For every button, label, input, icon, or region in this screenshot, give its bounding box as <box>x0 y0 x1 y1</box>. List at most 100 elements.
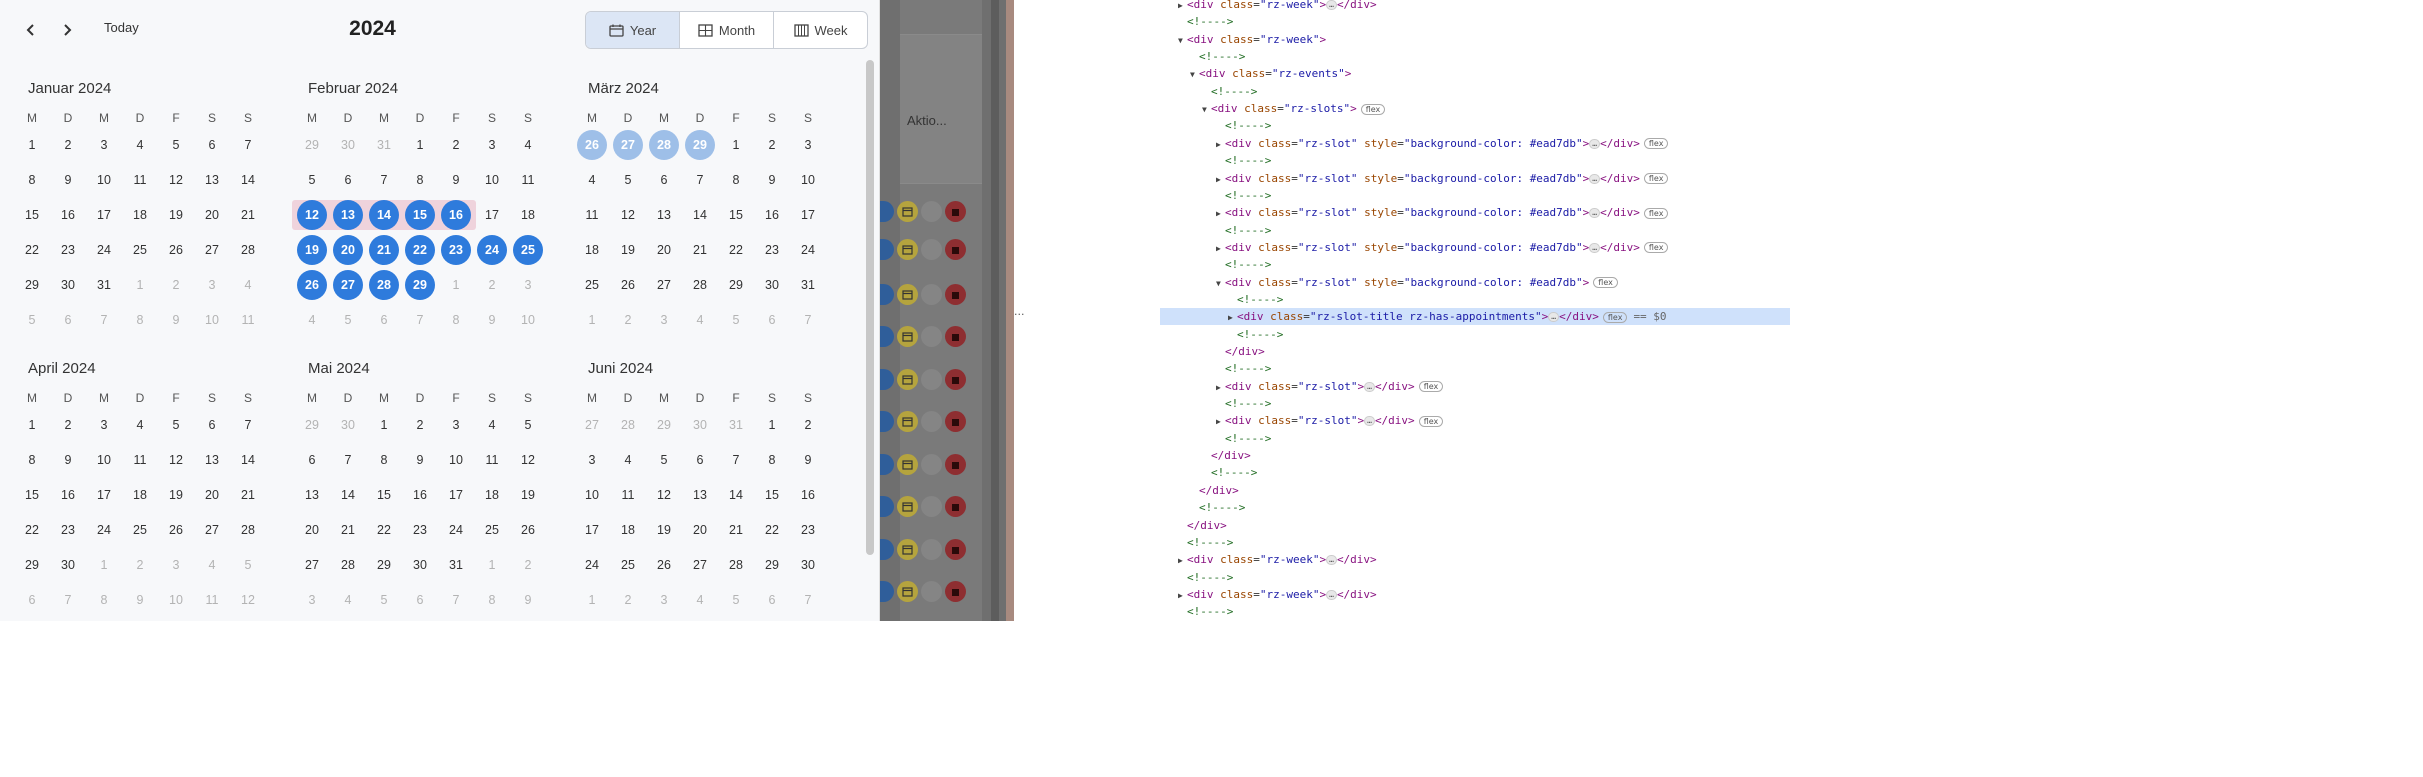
day-cell[interactable]: 4 <box>333 585 363 615</box>
day-cell[interactable]: 8 <box>405 165 435 195</box>
day-cell[interactable]: 4 <box>233 270 263 300</box>
day-cell[interactable]: 1 <box>125 270 155 300</box>
dom-tree-line[interactable]: </div> <box>1178 517 1227 534</box>
day-cell[interactable]: 21 <box>233 200 263 230</box>
day-cell[interactable]: 11 <box>577 200 607 230</box>
day-cell[interactable]: 9 <box>793 445 823 475</box>
day-cell[interactable]: 1 <box>577 585 607 615</box>
status-icon[interactable] <box>880 238 894 260</box>
expand-arrow-icon[interactable]: ▶ <box>1228 309 1237 326</box>
calendar-icon[interactable] <box>897 325 918 347</box>
ellipsis-icon[interactable]: … <box>1326 0 1337 10</box>
day-cell[interactable]: 29 <box>685 130 715 160</box>
week-view-button[interactable]: Week <box>774 12 867 48</box>
day-cell[interactable]: 7 <box>333 445 363 475</box>
dom-tree-line[interactable]: <!----> <box>1178 569 1233 586</box>
day-cell[interactable]: 8 <box>441 305 471 335</box>
day-cell[interactable]: 18 <box>577 235 607 265</box>
expand-arrow-icon[interactable]: ▶ <box>1216 136 1225 153</box>
day-cell[interactable]: 30 <box>405 550 435 580</box>
delete-icon[interactable] <box>945 495 966 517</box>
day-cell[interactable]: 4 <box>125 410 155 440</box>
flex-badge[interactable]: flex <box>1418 381 1444 393</box>
day-cell[interactable]: 24 <box>577 550 607 580</box>
flex-badge[interactable]: flex <box>1643 173 1669 184</box>
day-cell[interactable]: 4 <box>513 130 543 160</box>
day-cell[interactable]: 18 <box>125 480 155 510</box>
day-cell[interactable]: 5 <box>369 585 399 615</box>
ellipsis-icon[interactable]: … <box>1364 416 1375 427</box>
dom-tree-line[interactable]: <!----> <box>1178 13 1233 30</box>
day-cell[interactable]: 4 <box>577 165 607 195</box>
day-cell[interactable]: 6 <box>197 410 227 440</box>
day-cell[interactable]: 5 <box>721 585 751 615</box>
day-cell[interactable]: 11 <box>477 445 507 475</box>
flex-badge[interactable]: flex <box>1643 242 1669 254</box>
day-cell[interactable]: 3 <box>89 130 119 160</box>
day-cell[interactable]: 2 <box>513 550 543 580</box>
delete-icon[interactable] <box>945 580 966 602</box>
day-cell[interactable]: 29 <box>369 550 399 580</box>
day-cell[interactable]: 3 <box>297 585 327 615</box>
day-cell[interactable]: 13 <box>197 445 227 475</box>
day-cell[interactable]: 3 <box>649 585 679 615</box>
day-cell[interactable]: 31 <box>441 550 471 580</box>
day-cell[interactable]: 2 <box>53 410 83 440</box>
day-cell[interactable]: 3 <box>89 410 119 440</box>
delete-icon[interactable] <box>945 538 966 560</box>
day-cell[interactable]: 5 <box>721 305 751 335</box>
day-cell[interactable]: 19 <box>613 235 643 265</box>
day-cell[interactable]: 25 <box>125 515 155 545</box>
day-cell[interactable]: 8 <box>369 445 399 475</box>
day-cell[interactable]: 4 <box>197 550 227 580</box>
info-icon[interactable] <box>921 238 942 260</box>
dom-tree-line[interactable]: </div> <box>1216 343 1265 360</box>
dom-tree-line[interactable]: <!----> <box>1228 291 1283 308</box>
delete-icon[interactable] <box>945 453 966 475</box>
day-cell[interactable]: 31 <box>793 270 823 300</box>
day-cell[interactable]: 12 <box>613 200 643 230</box>
delete-icon[interactable] <box>945 410 966 432</box>
delete-icon[interactable] <box>945 283 966 305</box>
dom-tree-line[interactable]: ▼ <div class="rz-slot" style="background-… <box>1216 274 1618 291</box>
day-cell[interactable]: 5 <box>297 165 327 195</box>
previous-button[interactable] <box>17 16 45 44</box>
day-cell[interactable]: 16 <box>757 200 787 230</box>
day-cell[interactable]: 9 <box>125 585 155 615</box>
day-cell[interactable]: 13 <box>333 200 363 230</box>
day-cell[interactable]: 22 <box>17 235 47 265</box>
day-cell[interactable]: 7 <box>793 305 823 335</box>
expand-arrow-icon[interactable]: ▶ <box>1178 0 1187 14</box>
day-cell[interactable]: 26 <box>513 515 543 545</box>
ellipsis-icon[interactable]: … <box>1589 173 1601 184</box>
day-cell[interactable]: 27 <box>197 515 227 545</box>
day-cell[interactable]: 15 <box>17 480 47 510</box>
day-cell[interactable]: 15 <box>17 200 47 230</box>
day-cell[interactable]: 6 <box>405 585 435 615</box>
day-cell[interactable]: 6 <box>369 305 399 335</box>
collapse-arrow-icon[interactable]: ▼ <box>1190 66 1199 83</box>
day-cell[interactable]: 11 <box>197 585 227 615</box>
dom-tree-line[interactable]: <!----> <box>1216 395 1271 412</box>
dom-tree-line[interactable]: <!----> <box>1202 464 1257 481</box>
day-cell[interactable]: 9 <box>441 165 471 195</box>
status-icon[interactable] <box>880 200 894 222</box>
day-cell[interactable]: 15 <box>721 200 751 230</box>
day-cell[interactable]: 17 <box>577 515 607 545</box>
status-icon[interactable] <box>880 283 894 305</box>
expand-arrow-icon[interactable]: ▶ <box>1216 171 1225 188</box>
today-button[interactable]: Today <box>104 20 139 35</box>
day-cell[interactable]: 24 <box>89 515 119 545</box>
day-cell[interactable]: 20 <box>685 515 715 545</box>
day-cell[interactable]: 2 <box>793 410 823 440</box>
day-cell[interactable]: 6 <box>649 165 679 195</box>
day-cell[interactable]: 20 <box>197 200 227 230</box>
day-cell[interactable]: 4 <box>477 410 507 440</box>
info-icon[interactable] <box>921 410 942 432</box>
day-cell[interactable]: 17 <box>793 200 823 230</box>
day-cell[interactable]: 1 <box>17 130 47 160</box>
day-cell[interactable]: 3 <box>161 550 191 580</box>
day-cell[interactable]: 23 <box>53 235 83 265</box>
dom-tree-line[interactable]: <!----> <box>1178 534 1233 551</box>
day-cell[interactable]: 15 <box>405 200 435 230</box>
